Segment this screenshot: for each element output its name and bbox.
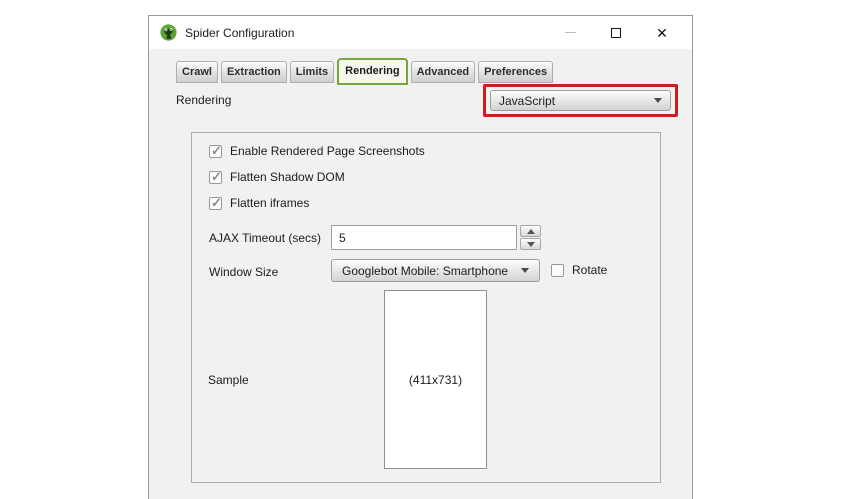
tab-limits[interactable]: Limits (289, 61, 335, 83)
flatten-shadow-dom-label: Flatten Shadow DOM (230, 170, 345, 184)
sample-label: Sample (208, 373, 249, 387)
rotate-checkbox[interactable] (551, 263, 564, 277)
tab-preferences[interactable]: Preferences (478, 61, 554, 83)
flatten-iframes-label: Flatten iframes (230, 196, 310, 210)
flatten-iframes-checkbox[interactable]: ✓ (209, 194, 222, 210)
window-size-label: Window Size (209, 265, 279, 279)
ajax-timeout-value: 5 (339, 230, 346, 245)
arrow-down-icon (526, 241, 535, 247)
window-size-value: Googlebot Mobile: Smartphone (342, 263, 509, 278)
enable-screenshots-checkbox[interactable]: ✓ (209, 142, 222, 158)
tab-extraction[interactable]: Extraction (220, 61, 287, 83)
enable-screenshots-label: Enable Rendered Page Screenshots (230, 144, 425, 158)
flatten-shadow-dom-checkbox[interactable]: ✓ (209, 168, 222, 184)
ajax-timeout-label: AJAX Timeout (secs) (209, 231, 322, 245)
window-size-dropdown[interactable]: Googlebot Mobile: Smartphone (331, 259, 540, 282)
stepper-up-button[interactable] (520, 225, 541, 237)
maximize-button[interactable] (602, 20, 630, 46)
rotate-option-row: Rotate (551, 263, 607, 277)
maximize-icon (611, 27, 621, 38)
arrow-up-icon (526, 228, 535, 234)
sample-preview: (411x731) (384, 290, 487, 469)
rendering-options-group: ✓ Enable Rendered Page Screenshots ✓ Fla… (191, 132, 661, 483)
minimize-icon (564, 32, 576, 33)
check-icon: ✓ (211, 168, 222, 184)
rotate-label: Rotate (572, 263, 608, 277)
ajax-timeout-input[interactable]: 5 (331, 225, 517, 250)
minimize-button[interactable] (556, 20, 584, 46)
chevron-down-icon (521, 268, 529, 273)
close-button[interactable]: ✕ (648, 20, 676, 46)
chevron-down-icon (654, 98, 662, 103)
spider-configuration-dialog: Spider Configuration ✕ Crawl Extraction … (148, 15, 693, 499)
iframes-option-row: ✓ Flatten iframes (209, 195, 309, 211)
tab-advanced[interactable]: Advanced (410, 61, 476, 83)
rendering-mode-dropdown[interactable]: JavaScript (490, 90, 671, 111)
screenshots-option-row: ✓ Enable Rendered Page Screenshots (209, 143, 425, 159)
tab-bar: Crawl Extraction Limits Rendering Advanc… (176, 58, 554, 85)
title-bar: Spider Configuration ✕ (149, 16, 692, 49)
close-icon: ✕ (656, 24, 668, 41)
tab-crawl[interactable]: Crawl (176, 61, 218, 83)
tab-rendering[interactable]: Rendering (337, 58, 408, 85)
window-title: Spider Configuration (185, 25, 295, 40)
check-icon: ✓ (211, 194, 222, 210)
stepper-down-button[interactable] (520, 238, 541, 250)
rendering-mode-value: JavaScript (499, 93, 556, 108)
screaming-frog-logo-icon (160, 24, 177, 41)
sample-dimensions: (411x731) (408, 372, 463, 387)
check-icon: ✓ (211, 142, 222, 158)
ajax-timeout-stepper (520, 225, 541, 250)
rendering-label: Rendering (176, 93, 232, 107)
shadow-dom-option-row: ✓ Flatten Shadow DOM (209, 169, 345, 185)
window-controls: ✕ (556, 20, 682, 46)
